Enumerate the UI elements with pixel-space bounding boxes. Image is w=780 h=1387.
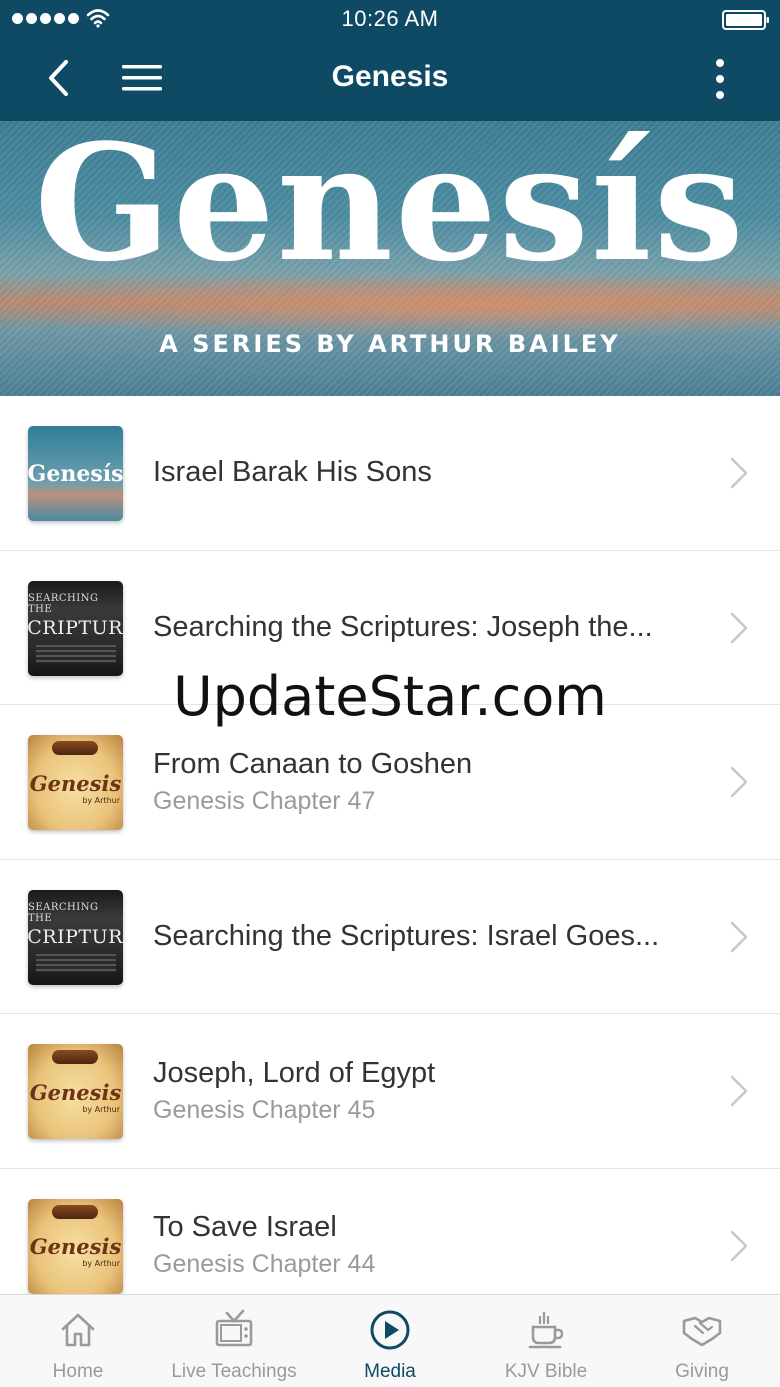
thumbnail-label: SCRIPTURE — [28, 926, 123, 948]
handshake-icon — [682, 1316, 722, 1347]
thumbnail-searching-scriptures: SEARCHING THE SCRIPTURE — [28, 889, 123, 985]
top-bar: 10:26 AM Genesis — [0, 0, 780, 121]
chevron-right-icon — [730, 921, 748, 952]
status-bar: 10:26 AM — [0, 0, 780, 40]
tab-giving[interactable]: Giving — [624, 1295, 780, 1387]
chevron-right-icon — [730, 612, 748, 643]
tab-label: KJV Bible — [504, 1361, 588, 1382]
chevron-right-icon — [730, 457, 748, 489]
banner-subtitle: A SERIES BY ARTHUR BAILEY — [159, 330, 621, 358]
thumbnail-label: Genesís — [28, 460, 123, 487]
thumbnail-genesis: Genesís — [28, 426, 123, 521]
list-item-text: Searching the Scriptures: Joseph the... — [153, 551, 700, 705]
tab-bar: Home Live Teachings Media KJV Bible Givi… — [0, 1294, 780, 1387]
thumbnail-label-small: SEARCHING THE — [28, 902, 99, 924]
list-item-title: Searching the Scriptures: Israel Goes... — [153, 919, 660, 952]
thumbnail-label: Genesis — [29, 1079, 122, 1105]
page-title: Genesis — [331, 60, 449, 93]
list-item-title: Israel Barak His Sons — [153, 456, 432, 489]
list-item-title: To Save Israel — [153, 1211, 337, 1244]
chevron-right-icon — [730, 1075, 748, 1107]
play-circle-icon — [370, 1310, 410, 1350]
list-item-text: Searching the Scriptures: Israel Goes... — [153, 860, 700, 1014]
thumbnail-label: Genesis — [29, 770, 122, 796]
thumbnail-label: SCRIPTURE — [28, 617, 123, 639]
thumbnail-genesis-parchment: Genesis by Arthur — [28, 1198, 123, 1294]
media-list: Genesís Israel Barak His Sons SEARCHING … — [0, 396, 780, 1294]
home-icon — [61, 1313, 95, 1347]
more-options-button[interactable] — [700, 56, 740, 102]
thumbnail-genesis-parchment: Genesis by Arthur — [28, 1044, 123, 1139]
more-vertical-icon — [716, 59, 724, 99]
thumbnail-author: by Arthur — [82, 1104, 120, 1114]
tab-home[interactable]: Home — [0, 1295, 156, 1387]
list-item-text: Israel Barak His Sons — [153, 396, 700, 550]
thumbnail-searching-scriptures: SEARCHING THE SCRIPTURE — [28, 580, 123, 676]
tab-label: Media — [364, 1361, 416, 1382]
list-item[interactable]: Genesis by Arthur Joseph, Lord of Egypt … — [0, 1014, 780, 1169]
list-item[interactable]: SEARCHING THE SCRIPTURE Searching the Sc… — [0, 859, 780, 1014]
thumbnail-author: by Arthur — [82, 1259, 120, 1268]
list-item-text: From Canaan to Goshen Genesis Chapter 47 — [153, 705, 700, 859]
thumbnail-label-small: SEARCHING THE — [28, 593, 99, 615]
tab-kjv-bible[interactable]: KJV Bible — [468, 1295, 624, 1387]
list-item-subtitle: Genesis Chapter 47 — [153, 786, 376, 815]
thumbnail-label: Genesis — [29, 1234, 122, 1259]
tab-media[interactable]: Media — [312, 1295, 468, 1387]
tv-icon — [215, 1309, 253, 1347]
tab-live-teachings[interactable]: Live Teachings — [156, 1295, 312, 1387]
battery-icon — [722, 10, 769, 30]
thumbnail-genesis-parchment: Genesis by Arthur — [28, 735, 123, 830]
tab-label: Giving — [675, 1361, 729, 1382]
list-item[interactable]: Genesís Israel Barak His Sons — [0, 396, 780, 551]
list-item[interactable]: Genesis by Arthur To Save Israel Genesis… — [0, 1168, 780, 1295]
status-time: 10:26 AM — [341, 6, 439, 31]
tab-label: Home — [52, 1361, 104, 1382]
list-item-text: Joseph, Lord of Egypt Genesis Chapter 45 — [153, 1014, 700, 1168]
list-item[interactable]: Genesis by Arthur From Canaan to Goshen … — [0, 705, 780, 860]
chevron-right-icon — [730, 1230, 748, 1261]
list-item[interactable]: SEARCHING THE SCRIPTURE Searching the Sc… — [0, 550, 780, 705]
list-item-title: Searching the Scriptures: Joseph the... — [153, 610, 653, 643]
list-item-text: To Save Israel Genesis Chapter 44 — [153, 1169, 700, 1295]
thumbnail-author: by Arthur — [82, 795, 120, 805]
chevron-right-icon — [730, 766, 748, 798]
coffee-cup-icon — [528, 1311, 564, 1349]
list-item-title: From Canaan to Goshen — [153, 747, 473, 780]
tab-label: Live Teachings — [171, 1361, 297, 1382]
banner-title: Genesís — [34, 109, 746, 297]
list-item-subtitle: Genesis Chapter 45 — [153, 1095, 376, 1124]
list-item-title: Joseph, Lord of Egypt — [153, 1056, 436, 1089]
list-item-subtitle: Genesis Chapter 44 — [153, 1250, 376, 1279]
